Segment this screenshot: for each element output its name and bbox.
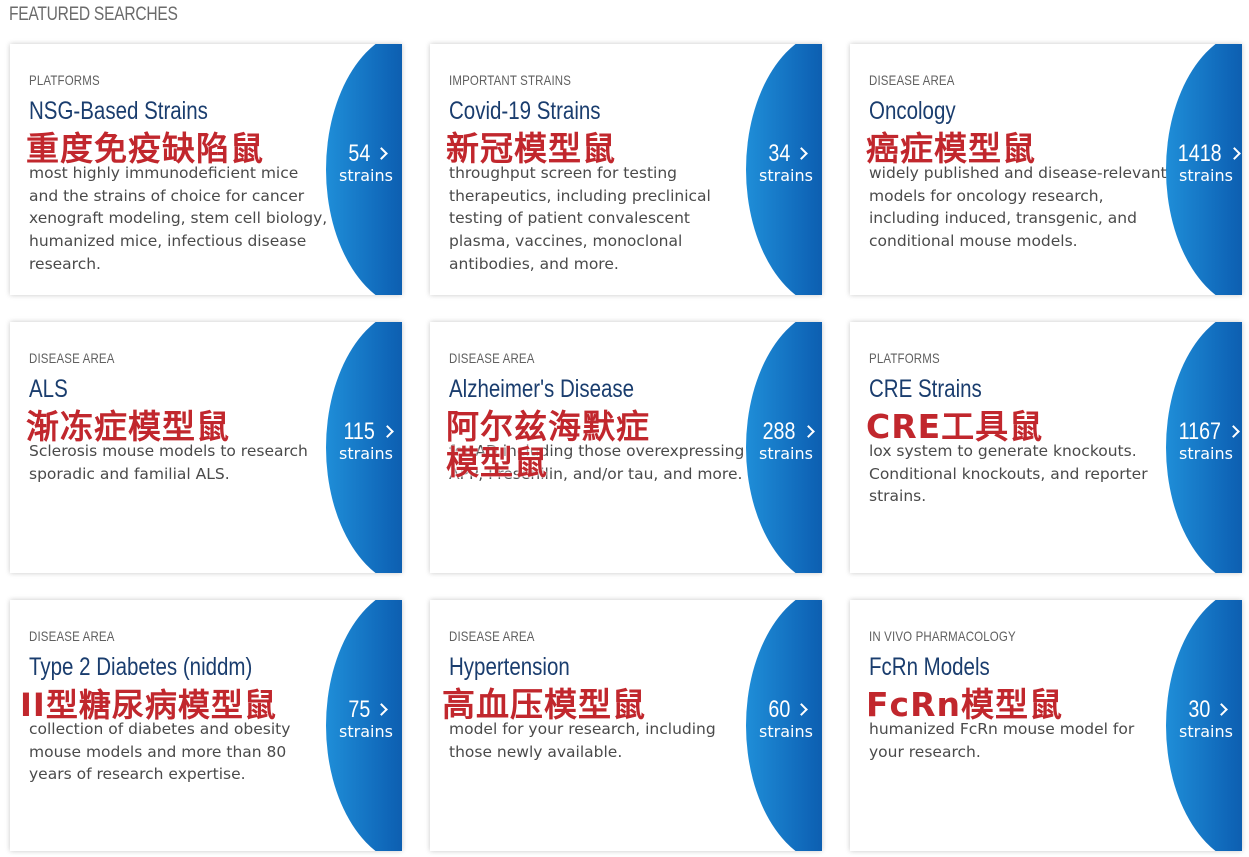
chevron-right-icon <box>380 425 394 438</box>
search-card-nsg-based-strains[interactable]: PLATFORMS NSG-Based Strains most highly … <box>10 44 402 295</box>
strain-count: 30 <box>1188 696 1211 723</box>
card-title[interactable]: NSG-Based Strains <box>29 97 275 126</box>
search-card-hypertension[interactable]: DISEASE AREA Hypertension model for your… <box>430 600 822 851</box>
strain-count-link[interactable]: 288 strains <box>746 419 822 463</box>
card-title[interactable]: Oncology <box>869 97 1115 126</box>
search-card-type-2-diabetes[interactable]: DISEASE AREA Type 2 Diabetes (niddm) col… <box>10 600 402 851</box>
card-description: collection of diabetes and obesity mouse… <box>29 720 291 784</box>
strain-count-link[interactable]: 34 strains <box>746 141 822 185</box>
strain-unit: strains <box>339 444 393 463</box>
chinese-overlay-label: 新冠模型鼠 <box>446 129 616 168</box>
search-card-covid-19-strains[interactable]: IMPORTANT STRAINS Covid-19 Strains throu… <box>430 44 822 295</box>
strain-count-link[interactable]: 1167 strains <box>1166 419 1242 463</box>
card-grid: PLATFORMS NSG-Based Strains most highly … <box>10 44 1242 851</box>
card-category: IMPORTANT STRAINS <box>449 72 572 88</box>
card-description: most highly immunodeficient mice and the… <box>29 164 328 273</box>
strain-count-link[interactable]: 115 strains <box>326 419 402 463</box>
chinese-overlay-label: 渐冻症模型鼠 <box>26 407 230 446</box>
strain-unit: strains <box>1179 444 1233 463</box>
strain-count: 1418 <box>1177 140 1222 167</box>
search-card-fcrn-models[interactable]: IN VIVO PHARMACOLOGY FcRn Models humaniz… <box>850 600 1242 851</box>
strain-count: 1167 <box>1178 418 1221 445</box>
card-title[interactable]: FcRn Models <box>869 653 1115 682</box>
card-category: IN VIVO PHARMACOLOGY <box>869 628 1016 644</box>
card-description: Sclerosis mouse models to research spora… <box>29 442 308 483</box>
card-category: DISEASE AREA <box>29 350 115 366</box>
chevron-right-icon <box>794 147 808 160</box>
card-title[interactable]: ALS <box>29 375 275 404</box>
chinese-overlay-label: FcRn模型鼠 <box>866 685 1064 724</box>
card-category: DISEASE AREA <box>449 350 535 366</box>
chevron-right-icon <box>374 147 388 160</box>
card-description: widely published and disease-relevant mo… <box>869 164 1167 251</box>
strain-count: 54 <box>348 140 371 167</box>
card-title[interactable]: Type 2 Diabetes (niddm) <box>29 653 275 682</box>
chinese-overlay-label: CRE工具鼠 <box>866 407 1044 446</box>
search-card-cre-strains[interactable]: PLATFORMS CRE Strains lox system to gene… <box>850 322 1242 573</box>
card-category: PLATFORMS <box>869 350 940 366</box>
strain-count-link[interactable]: 1418 strains <box>1166 141 1242 185</box>
card-category: PLATFORMS <box>29 72 100 88</box>
strain-unit: strains <box>1179 166 1233 185</box>
card-title[interactable]: CRE Strains <box>869 375 1115 404</box>
card-description: throughput screen for testing therapeuti… <box>449 164 711 273</box>
card-description: humanized FcRn mouse model for your rese… <box>869 720 1135 761</box>
strain-count: 115 <box>343 418 376 445</box>
strain-count: 288 <box>763 418 796 445</box>
chevron-right-icon <box>1227 425 1241 438</box>
strain-count: 34 <box>768 140 791 167</box>
strain-count: 60 <box>768 696 791 723</box>
strain-unit: strains <box>759 444 813 463</box>
card-category: DISEASE AREA <box>869 72 955 88</box>
strain-unit: strains <box>339 166 393 185</box>
strain-count-link[interactable]: 30 strains <box>1166 697 1242 741</box>
chinese-overlay-label: II型糖尿病模型鼠 <box>20 686 277 724</box>
strain-count-link[interactable]: 75 strains <box>326 697 402 741</box>
card-body: IMPORTANT STRAINS Covid-19 Strains throu… <box>449 72 749 276</box>
card-title[interactable]: Alzheimer's Disease <box>449 375 695 404</box>
strain-count-link[interactable]: 60 strains <box>746 697 822 741</box>
chevron-right-icon <box>1228 147 1242 160</box>
card-body: PLATFORMS NSG-Based Strains most highly … <box>29 72 329 276</box>
search-card-alzheimers-disease[interactable]: DISEASE AREA Alzheimer's Disease for AD … <box>430 322 822 573</box>
card-description: model for your research, including those… <box>449 720 716 761</box>
featured-searches-page: FEATURED SEARCHES PLATFORMS NSG-Based St… <box>0 0 1249 857</box>
card-title[interactable]: Covid-19 Strains <box>449 97 695 126</box>
card-category: DISEASE AREA <box>29 628 115 644</box>
card-category: DISEASE AREA <box>449 628 535 644</box>
strain-unit: strains <box>339 722 393 741</box>
chinese-overlay-label: 高血压模型鼠 <box>442 685 646 724</box>
strain-unit: strains <box>759 166 813 185</box>
search-card-oncology[interactable]: DISEASE AREA Oncology widely published a… <box>850 44 1242 295</box>
chinese-overlay-label: 阿尔兹海默症模型鼠 <box>446 407 650 482</box>
card-description: lox system to generate knockouts. Condit… <box>869 442 1148 506</box>
strain-unit: strains <box>759 722 813 741</box>
section-title: FEATURED SEARCHES <box>9 4 178 25</box>
search-card-als[interactable]: DISEASE AREA ALS Sclerosis mouse models … <box>10 322 402 573</box>
card-title[interactable]: Hypertension <box>449 653 695 682</box>
chevron-right-icon <box>374 703 388 716</box>
chevron-right-icon <box>794 703 808 716</box>
chevron-right-icon <box>801 425 815 438</box>
strain-count-link[interactable]: 54 strains <box>326 141 402 185</box>
chinese-overlay-label: 重度免疫缺陷鼠 <box>26 129 264 168</box>
strain-count: 75 <box>348 696 371 723</box>
chinese-overlay-label: 癌症模型鼠 <box>866 129 1036 168</box>
strain-unit: strains <box>1179 722 1233 741</box>
chevron-right-icon <box>1214 703 1228 716</box>
